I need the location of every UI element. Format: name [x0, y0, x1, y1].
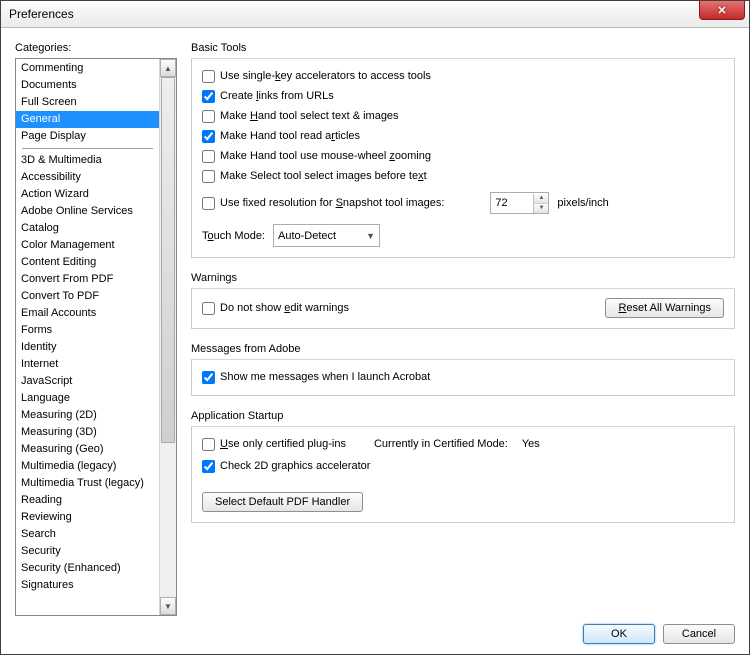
- category-item[interactable]: Search: [16, 526, 159, 543]
- basic-tools-group: Basic Tools Use single-key accelerators …: [191, 42, 735, 258]
- category-item[interactable]: Adobe Online Services: [16, 203, 159, 220]
- select-pdf-handler-button[interactable]: Select Default PDF Handler: [202, 492, 363, 512]
- titlebar: Preferences ✕: [1, 1, 749, 28]
- dialog-footer: OK Cancel: [15, 616, 735, 644]
- category-item[interactable]: Security: [16, 543, 159, 560]
- certified-mode-label: Currently in Certified Mode:: [374, 438, 508, 450]
- spin-down-icon[interactable]: ▼: [534, 204, 548, 213]
- opt-gfx-accel-checkbox[interactable]: [202, 460, 215, 473]
- certified-mode-value: Yes: [522, 438, 540, 450]
- opt-create-links-checkbox[interactable]: [202, 90, 215, 103]
- snapshot-unit: pixels/inch: [557, 197, 608, 209]
- category-item[interactable]: Commenting: [16, 60, 159, 77]
- opt-gfx-accel[interactable]: Check 2D graphics accelerator: [202, 458, 724, 474]
- category-item[interactable]: General: [16, 111, 159, 128]
- opt-hand-select-checkbox[interactable]: [202, 110, 215, 123]
- preferences-window: Preferences ✕ Categories: CommentingDocu…: [0, 0, 750, 655]
- dialog-body: Categories: CommentingDocumentsFull Scre…: [1, 28, 749, 654]
- category-item[interactable]: 3D & Multimedia: [16, 152, 159, 169]
- window-title: Preferences: [9, 7, 74, 21]
- opt-hand-articles-checkbox[interactable]: [202, 130, 215, 143]
- scroll-up-button[interactable]: ▲: [160, 59, 176, 77]
- scroll-down-button[interactable]: ▼: [160, 597, 176, 615]
- category-item[interactable]: Internet: [16, 356, 159, 373]
- snapshot-row: Use fixed resolution for Snapshot tool i…: [202, 192, 724, 214]
- opt-hand-wheel[interactable]: Make Hand tool use mouse-wheel zooming: [202, 148, 724, 164]
- opt-show-messages-checkbox[interactable]: [202, 371, 215, 384]
- category-item[interactable]: Multimedia (legacy): [16, 458, 159, 475]
- touch-mode-row: Touch Mode: Auto-Detect ▼: [202, 224, 724, 247]
- cancel-button[interactable]: Cancel: [663, 624, 735, 644]
- opt-create-links[interactable]: Create links from URLs: [202, 88, 724, 104]
- opt-select-images-checkbox[interactable]: [202, 170, 215, 183]
- category-item[interactable]: Measuring (3D): [16, 424, 159, 441]
- category-item[interactable]: Action Wizard: [16, 186, 159, 203]
- close-button[interactable]: ✕: [699, 1, 745, 20]
- opt-hand-articles[interactable]: Make Hand tool read articles: [202, 128, 724, 144]
- opt-certified-plugins-checkbox[interactable]: [202, 438, 215, 451]
- category-item[interactable]: Forms: [16, 322, 159, 339]
- category-item[interactable]: Full Screen: [16, 94, 159, 111]
- category-item[interactable]: Security (Enhanced): [16, 560, 159, 577]
- close-icon: ✕: [717, 4, 726, 17]
- category-item[interactable]: Convert From PDF: [16, 271, 159, 288]
- category-item[interactable]: Reviewing: [16, 509, 159, 526]
- startup-group: Application Startup Use only certified p…: [191, 410, 735, 523]
- startup-title: Application Startup: [191, 410, 735, 422]
- basic-tools-title: Basic Tools: [191, 42, 735, 54]
- opt-show-messages[interactable]: Show me messages when I launch Acrobat: [202, 369, 724, 385]
- category-item[interactable]: Catalog: [16, 220, 159, 237]
- opt-single-key[interactable]: Use single-key accelerators to access to…: [202, 68, 724, 84]
- ok-button[interactable]: OK: [583, 624, 655, 644]
- warnings-group: Warnings Do not show edit warnings Reset…: [191, 272, 735, 329]
- warnings-title: Warnings: [191, 272, 735, 284]
- opt-hand-wheel-checkbox[interactable]: [202, 150, 215, 163]
- opt-snapshot[interactable]: Use fixed resolution for Snapshot tool i…: [202, 195, 444, 211]
- scroll-thumb[interactable]: [161, 77, 175, 443]
- snapshot-resolution-input[interactable]: [491, 194, 533, 212]
- category-item[interactable]: Convert To PDF: [16, 288, 159, 305]
- opt-certified-plugins[interactable]: Use only certified plug-ins: [202, 436, 346, 452]
- category-item[interactable]: Multimedia Trust (legacy): [16, 475, 159, 492]
- reset-warnings-button[interactable]: Reset All Warnings: [605, 298, 724, 318]
- messages-group: Messages from Adobe Show me messages whe…: [191, 343, 735, 396]
- touch-mode-select[interactable]: Auto-Detect ▼: [273, 224, 380, 247]
- categories-label: Categories:: [15, 42, 177, 54]
- messages-title: Messages from Adobe: [191, 343, 735, 355]
- category-item[interactable]: Content Editing: [16, 254, 159, 271]
- categories-listbox[interactable]: CommentingDocumentsFull ScreenGeneralPag…: [15, 58, 177, 616]
- settings-content: Basic Tools Use single-key accelerators …: [191, 42, 735, 616]
- opt-no-edit-warnings-checkbox[interactable]: [202, 302, 215, 315]
- touch-mode-label: Touch Mode:: [202, 230, 265, 242]
- scroll-track[interactable]: [160, 77, 176, 597]
- category-item[interactable]: Measuring (Geo): [16, 441, 159, 458]
- opt-hand-select[interactable]: Make Hand tool select text & images: [202, 108, 724, 124]
- opt-no-edit-warnings[interactable]: Do not show edit warnings: [202, 300, 349, 316]
- category-item[interactable]: Signatures: [16, 577, 159, 594]
- scrollbar[interactable]: ▲ ▼: [159, 59, 176, 615]
- category-item[interactable]: Language: [16, 390, 159, 407]
- category-item[interactable]: JavaScript: [16, 373, 159, 390]
- category-item[interactable]: Reading: [16, 492, 159, 509]
- category-item[interactable]: Accessibility: [16, 169, 159, 186]
- snapshot-resolution-stepper[interactable]: ▲▼: [490, 192, 549, 214]
- category-item[interactable]: Color Management: [16, 237, 159, 254]
- category-item[interactable]: Measuring (2D): [16, 407, 159, 424]
- category-separator: [22, 148, 153, 149]
- category-item[interactable]: Documents: [16, 77, 159, 94]
- opt-single-key-checkbox[interactable]: [202, 70, 215, 83]
- opt-select-images[interactable]: Make Select tool select images before te…: [202, 168, 724, 184]
- opt-snapshot-checkbox[interactable]: [202, 197, 215, 210]
- spin-up-icon[interactable]: ▲: [534, 194, 548, 204]
- category-item[interactable]: Identity: [16, 339, 159, 356]
- category-item[interactable]: Page Display: [16, 128, 159, 145]
- categories-column: Categories: CommentingDocumentsFull Scre…: [15, 42, 177, 616]
- chevron-down-icon: ▼: [366, 231, 375, 241]
- category-item[interactable]: Email Accounts: [16, 305, 159, 322]
